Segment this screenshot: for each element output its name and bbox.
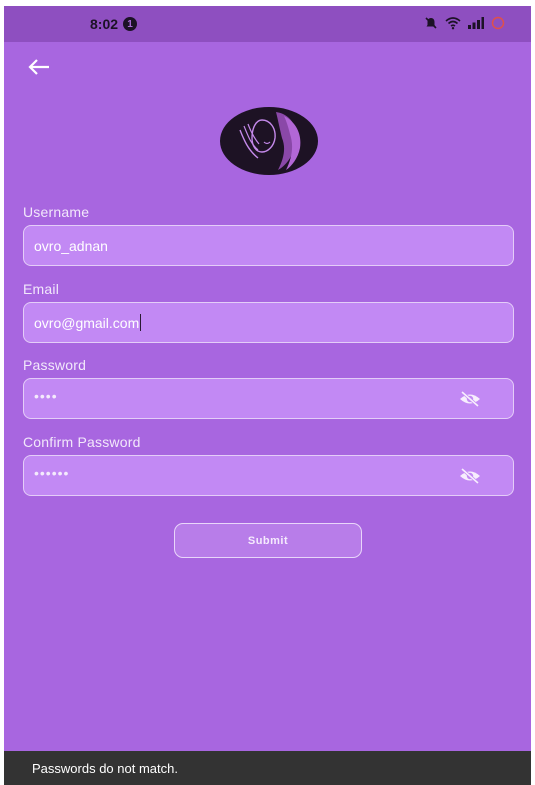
- bell-off-icon: [425, 17, 437, 29]
- email-input[interactable]: ovro@gmail.com: [34, 303, 434, 342]
- email-value: ovro@gmail.com: [34, 314, 140, 331]
- confirm-password-value: ••••••: [34, 464, 70, 481]
- status-icons: [424, 16, 505, 30]
- status-time-group: 8:02 1: [90, 16, 138, 32]
- username-input[interactable]: ovro_adnan: [34, 226, 434, 265]
- confirm-password-visibility-toggle[interactable]: [459, 467, 481, 485]
- password-input[interactable]: ••••: [34, 379, 434, 418]
- battery-icon: [491, 16, 505, 30]
- register-screen: 8:02 1 Username ovro_adnan Email ovro@gm…: [4, 6, 531, 785]
- username-label: Username: [23, 204, 90, 220]
- wifi-icon: [445, 17, 461, 30]
- notification-count-badge: 1: [123, 17, 138, 31]
- snackbar-message: Passwords do not match.: [32, 760, 178, 776]
- eye-off-icon: [460, 390, 480, 408]
- arrow-left-icon: [28, 59, 49, 75]
- text-caret: [140, 314, 142, 331]
- confirm-password-input[interactable]: ••••••: [34, 456, 434, 495]
- email-label: Email: [23, 281, 60, 297]
- confirm-password-field[interactable]: ••••••: [23, 455, 514, 496]
- profile-avatar: [218, 106, 320, 176]
- password-value: ••••: [34, 387, 58, 404]
- submit-button[interactable]: Submit: [174, 523, 362, 558]
- password-label: Password: [23, 357, 87, 373]
- username-value: ovro_adnan: [34, 237, 108, 254]
- error-snackbar: Passwords do not match.: [4, 751, 531, 785]
- signal-icon: [468, 17, 484, 29]
- password-field[interactable]: ••••: [23, 378, 514, 419]
- confirm-password-label: Confirm Password: [23, 434, 141, 450]
- password-visibility-toggle[interactable]: [459, 390, 481, 408]
- eye-off-icon: [460, 467, 480, 485]
- status-time: 8:02: [90, 16, 119, 32]
- email-field[interactable]: ovro@gmail.com: [23, 302, 514, 343]
- back-button[interactable]: [24, 54, 54, 80]
- username-field[interactable]: ovro_adnan: [23, 225, 514, 266]
- status-bar: 8:02 1: [4, 6, 531, 42]
